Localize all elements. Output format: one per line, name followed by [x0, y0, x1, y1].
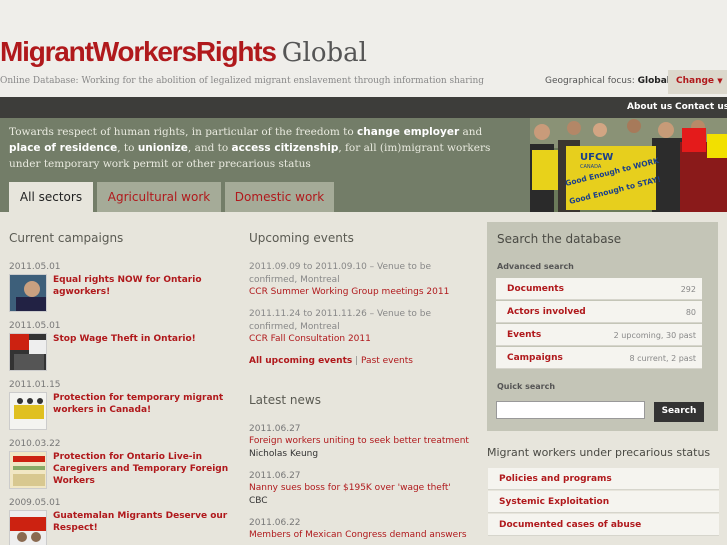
precarious-item-label: Policies and programs	[499, 474, 612, 484]
rally-photo-art: UFCW CANADA Good Enough to WORK Good Eno…	[530, 118, 727, 212]
tab-domestic-work[interactable]: Domestic work	[225, 182, 334, 212]
sign-country: CANADA	[580, 164, 602, 170]
tab-agricultural-work[interactable]: Agricultural work	[97, 182, 221, 212]
news-source: CBC	[249, 496, 268, 506]
campaign-thumbnail[interactable]	[9, 392, 47, 430]
event-when: 2011.09.09 to 2011.09.10 – Venue to be c…	[249, 262, 431, 285]
past-events-link[interactable]: Past events	[361, 356, 413, 366]
rally-photo: UFCW CANADA Good Enough to WORK Good Eno…	[530, 118, 727, 212]
site-tagline: Online Database: Working for the aboliti…	[0, 76, 485, 86]
events-links: All upcoming events | Past events	[249, 356, 413, 366]
campaign-date: 2010.03.22	[9, 439, 61, 449]
campaign-title-link[interactable]: Protection for Ontario Live-in Caregiver…	[53, 451, 243, 487]
db-row-count: 80	[685, 308, 696, 317]
campaign-thumb-art	[10, 393, 46, 429]
logo-global-text: Global	[281, 38, 367, 68]
campaign-thumb-art	[10, 334, 46, 370]
event-title-link[interactable]: CCR Summer Working Group meetings 2011	[249, 287, 449, 297]
precarious-heading: Migrant workers under precarious status	[487, 446, 711, 459]
db-row-actors[interactable]: Actors involved 80	[496, 301, 702, 323]
search-button[interactable]: Search	[654, 402, 704, 422]
search-database-panel: Search the database Advanced search Docu…	[487, 222, 718, 431]
campaign-thumbnail[interactable]	[9, 274, 47, 312]
news-title-link[interactable]: Nanny sues boss for $195K over 'wage the…	[249, 483, 451, 493]
db-row-count: 292	[680, 285, 696, 294]
news-date: 2011.06.22	[249, 518, 301, 528]
site-header: MigrantWorkersRights Global Online Databa…	[0, 0, 727, 97]
mission-bold-1: change employer	[357, 126, 460, 138]
campaign-date: 2011.01.15	[9, 380, 61, 390]
geo-label: Geographical focus:	[545, 76, 635, 86]
campaign-thumbnail[interactable]	[9, 451, 47, 489]
change-focus-button[interactable]: Change ▼	[668, 70, 727, 94]
db-row-campaigns[interactable]: Campaigns 8 current, 2 past	[496, 347, 702, 369]
db-row-label: Events	[507, 330, 542, 340]
campaigns-heading: Current campaigns	[9, 231, 124, 245]
campaign-date: 2011.05.01	[9, 262, 61, 272]
news-title-link[interactable]: Members of Mexican Congress demand answe…	[249, 530, 467, 540]
geo-value: Global	[637, 76, 670, 86]
about-us-link[interactable]: About us	[627, 102, 672, 112]
mission-bold-3: unionize	[137, 142, 188, 154]
precarious-item-exploitation[interactable]: Systemic Exploitation	[488, 491, 719, 513]
mission-statement: Towards respect of human rights, in part…	[9, 124, 504, 172]
campaign-date: 2009.05.01	[9, 498, 61, 508]
advanced-search-label: Advanced search	[497, 262, 574, 271]
campaign-title-link[interactable]: Protection for temporary migrant workers…	[53, 392, 233, 416]
quick-search-label: Quick search	[497, 382, 556, 391]
campaign-thumbnail[interactable]	[9, 333, 47, 371]
campaign-title-link[interactable]: Equal rights NOW for Ontario agworkers!	[53, 274, 233, 298]
news-source: Nicholas Keung	[249, 449, 319, 459]
all-upcoming-events-link[interactable]: All upcoming events	[249, 356, 352, 366]
precarious-item-abuse[interactable]: Documented cases of abuse	[488, 514, 719, 536]
event-title-link[interactable]: CCR Fall Consultation 2011	[249, 334, 371, 344]
mission-text-4: , and to	[187, 142, 232, 154]
site-logo[interactable]: MigrantWorkersRights Global	[0, 36, 367, 69]
campaign-title-link[interactable]: Stop Wage Theft in Ontario!	[53, 333, 233, 345]
mission-bold-2: place of residence	[9, 142, 118, 154]
campaign-thumb-art	[10, 452, 46, 488]
quick-search-input[interactable]	[496, 401, 645, 419]
campaign-thumbnail[interactable]	[9, 510, 47, 545]
db-row-count: 8 current, 2 past	[629, 354, 697, 363]
db-row-label: Documents	[507, 284, 564, 294]
campaign-thumb-art	[10, 275, 46, 311]
db-row-label: Campaigns	[507, 353, 563, 363]
campaign-thumb-art	[10, 511, 46, 545]
news-title-link[interactable]: Foreign workers uniting to seek better t…	[249, 436, 469, 446]
sign-brand: UFCW	[580, 152, 613, 163]
event-when: 2011.11.24 to 2011.11.26 – Venue to be c…	[249, 309, 431, 332]
db-row-documents[interactable]: Documents 292	[496, 278, 702, 300]
change-label: Change	[676, 76, 715, 86]
mission-text-1: Towards respect of human rights, in part…	[9, 126, 358, 138]
campaign-date: 2011.05.01	[9, 321, 61, 331]
search-heading: Search the database	[497, 232, 622, 246]
news-date: 2011.06.27	[249, 424, 301, 434]
geographical-focus: Geographical focus: Global	[545, 76, 670, 86]
mission-text-2: and	[459, 126, 483, 138]
tab-all-sectors[interactable]: All sectors	[9, 182, 93, 212]
precarious-item-label: Documented cases of abuse	[499, 520, 642, 530]
events-separator: |	[355, 356, 359, 366]
top-nav: About us Contact us	[0, 97, 727, 118]
caret-down-icon: ▼	[717, 77, 723, 85]
contact-us-link[interactable]: Contact us	[675, 102, 727, 112]
campaign-title-link[interactable]: Guatemalan Migrants Deserve our Respect!	[53, 510, 233, 534]
mission-bold-4: access citizenship	[231, 142, 339, 154]
news-date: 2011.06.27	[249, 471, 301, 481]
db-row-label: Actors involved	[507, 307, 586, 317]
mission-text-3: , to	[117, 142, 138, 154]
db-row-count: 2 upcoming, 30 past	[613, 331, 696, 340]
db-row-events[interactable]: Events 2 upcoming, 30 past	[496, 324, 702, 346]
precarious-item-label: Systemic Exploitation	[499, 497, 610, 507]
precarious-item-policies[interactable]: Policies and programs	[488, 468, 719, 490]
logo-main-text: MigrantWorkersRights	[0, 36, 277, 67]
news-heading: Latest news	[249, 393, 321, 407]
events-heading: Upcoming events	[249, 231, 354, 245]
